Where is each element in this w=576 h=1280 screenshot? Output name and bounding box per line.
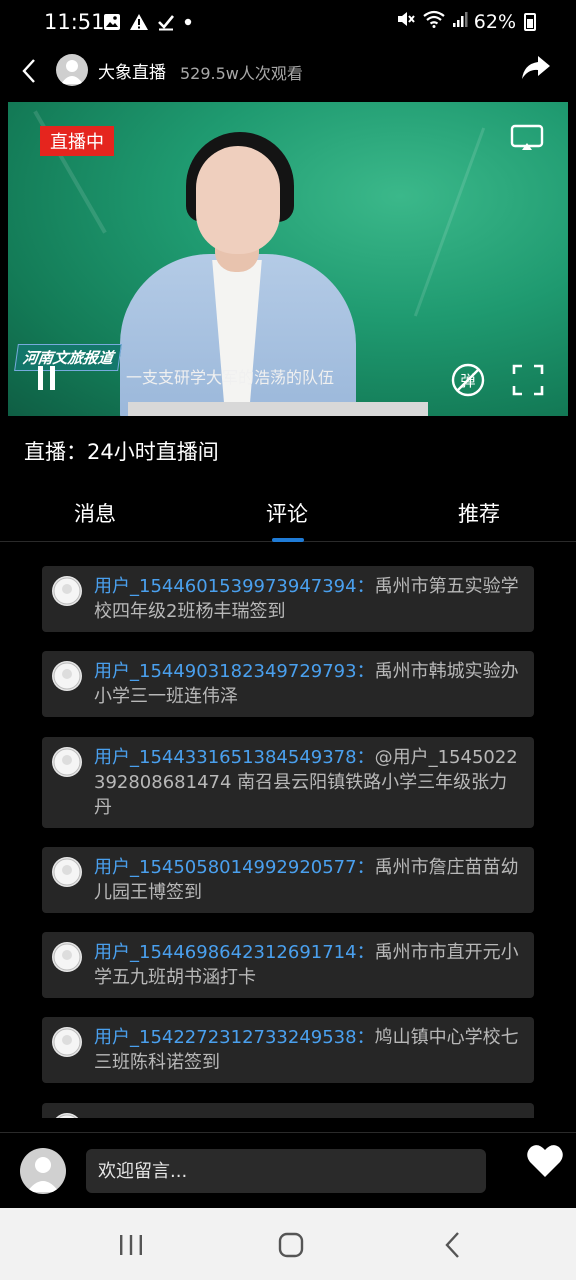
header-bar: 大象直播 529.5w人次观看 — [0, 46, 576, 96]
dot-icon — [183, 17, 193, 27]
comment-item[interactable]: 用户_1545058014992920577：禹州市詹庄苗苗幼儿园王博签到 — [42, 847, 534, 913]
tab-recommend[interactable]: 推荐 — [458, 498, 500, 528]
home-button[interactable] — [276, 1230, 306, 1260]
tab-comments[interactable]: 评论 — [266, 498, 308, 528]
recent-apps-icon — [120, 1235, 142, 1255]
comment-text: 用户_1542272312733249538：鸠山镇中心学校七三班陈科诺签到 — [94, 1025, 524, 1075]
chevron-left-icon — [22, 59, 35, 83]
default-avatar-icon — [53, 858, 81, 886]
status-left-icons — [103, 13, 193, 31]
comment-username[interactable]: 用户_1544698642312691714： — [94, 942, 375, 963]
studio-background-line — [413, 127, 486, 317]
default-avatar-icon — [53, 662, 81, 690]
default-avatar-icon — [53, 577, 81, 605]
comment-text: 用户_1545058014992920577：禹州市詹庄苗苗幼儿园王博签到 — [94, 855, 524, 905]
program-logo: 河南文旅报道 — [14, 344, 122, 371]
commenter-avatar — [52, 1027, 82, 1057]
heart-icon — [527, 1145, 563, 1177]
comment-item[interactable]: 用户_1542272312733249538：鸠山镇中心学校七三班陈科诺签到 — [42, 1017, 534, 1083]
battery-percent: 62% — [473, 10, 516, 33]
tab-messages[interactable]: 消息 — [74, 498, 116, 528]
commenter-avatar — [52, 942, 82, 972]
comment-username[interactable]: 用户_1544601539973947394： — [94, 576, 375, 597]
commenter-avatar — [52, 747, 82, 777]
comment-username[interactable]: 用户_1542272312733249538： — [94, 1027, 375, 1048]
user-silhouette-icon — [27, 1157, 59, 1192]
commenter-avatar — [52, 1113, 82, 1118]
system-nav-bar — [0, 1208, 576, 1280]
channel-name[interactable]: 大象直播 — [98, 58, 166, 83]
comment-username[interactable]: 用户_1544331651384549378： — [94, 747, 375, 768]
alert-icon — [129, 13, 149, 31]
like-button[interactable] — [526, 1143, 564, 1179]
default-avatar-icon — [57, 1114, 77, 1118]
video-subtitle: 一支支研学大军的浩荡的队伍 — [126, 368, 335, 387]
share-arrow-icon — [522, 56, 550, 79]
recent-apps-button[interactable] — [116, 1230, 146, 1260]
comment-item[interactable]: 用户_1544903182349729793：禹州市韩城实验办小学三一班连伟泽 — [42, 651, 534, 717]
default-avatar-icon — [53, 943, 81, 971]
status-bar: 11:51 62% — [0, 0, 576, 46]
video-player[interactable]: 直播中 河南文旅报道 一支支研学大军的浩荡的队伍 弹 — [8, 102, 568, 416]
default-avatar-icon — [53, 1028, 81, 1056]
active-tab-indicator — [272, 538, 304, 542]
danmaku-toggle-button[interactable]: 弹 — [450, 362, 486, 398]
user-silhouette-icon — [61, 60, 83, 84]
comment-item[interactable]: 用户_1544698642312691714：禹州市市直开元小学五九班胡书涵打卡 — [42, 932, 534, 998]
commenter-avatar — [52, 576, 82, 606]
commenter-avatar — [52, 857, 82, 887]
comment-text: 用户_1544698642312691714：禹州市市直开元小学五九班胡书涵打卡 — [94, 940, 524, 990]
pause-icon — [38, 366, 55, 390]
comment-input[interactable] — [86, 1149, 486, 1193]
signal-icon — [452, 10, 468, 33]
comment-item-partial[interactable] — [42, 1103, 534, 1118]
gallery-icon — [103, 13, 121, 31]
back-button[interactable] — [16, 56, 42, 86]
cast-icon — [510, 124, 544, 150]
mute-icon — [396, 10, 416, 33]
battery-icon — [524, 12, 536, 31]
comment-composer — [0, 1132, 576, 1208]
fullscreen-button[interactable] — [512, 364, 544, 396]
danmaku-off-icon: 弹 — [451, 363, 485, 397]
comment-text: 用户_1544331651384549378：@用户_1545022392808… — [94, 745, 524, 820]
comment-username[interactable]: 用户_1544903182349729793： — [94, 661, 375, 682]
share-button[interactable] — [520, 54, 554, 84]
home-icon — [278, 1232, 304, 1258]
studio-desk — [128, 402, 428, 416]
live-badge: 直播中 — [40, 126, 114, 156]
wifi-icon — [422, 10, 446, 33]
status-right: 62% — [396, 10, 536, 33]
live-room-title: 直播：24小时直播间 — [24, 440, 219, 464]
cast-button[interactable] — [510, 124, 544, 152]
system-back-button[interactable] — [438, 1230, 468, 1260]
pause-button[interactable] — [36, 364, 58, 392]
default-avatar-icon — [53, 748, 81, 776]
back-chevron-icon — [445, 1232, 459, 1258]
fullscreen-icon — [512, 364, 544, 396]
view-count: 529.5w人次观看 — [180, 64, 303, 83]
comment-list[interactable]: 用户_1544601539973947394：禹州市第五实验学校四年级2班杨丰瑞… — [0, 543, 576, 1118]
my-avatar[interactable] — [20, 1148, 66, 1194]
comment-text: 用户_1544601539973947394：禹州市第五实验学校四年级2班杨丰瑞… — [94, 574, 524, 624]
comment-username[interactable]: 用户_1545058014992920577： — [94, 857, 375, 878]
comment-text: 用户_1544903182349729793：禹州市韩城实验办小学三一班连伟泽 — [94, 659, 524, 709]
commenter-avatar — [52, 661, 82, 691]
status-time: 11:51 — [44, 10, 105, 34]
check-icon — [157, 13, 175, 31]
comment-item[interactable]: 用户_1544331651384549378：@用户_1545022392808… — [42, 737, 534, 828]
comment-item[interactable]: 用户_1544601539973947394：禹州市第五实验学校四年级2班杨丰瑞… — [42, 566, 534, 632]
content-tabs: 消息 评论 推荐 — [0, 488, 576, 542]
news-anchor-face — [196, 146, 280, 254]
channel-avatar[interactable] — [56, 54, 88, 86]
